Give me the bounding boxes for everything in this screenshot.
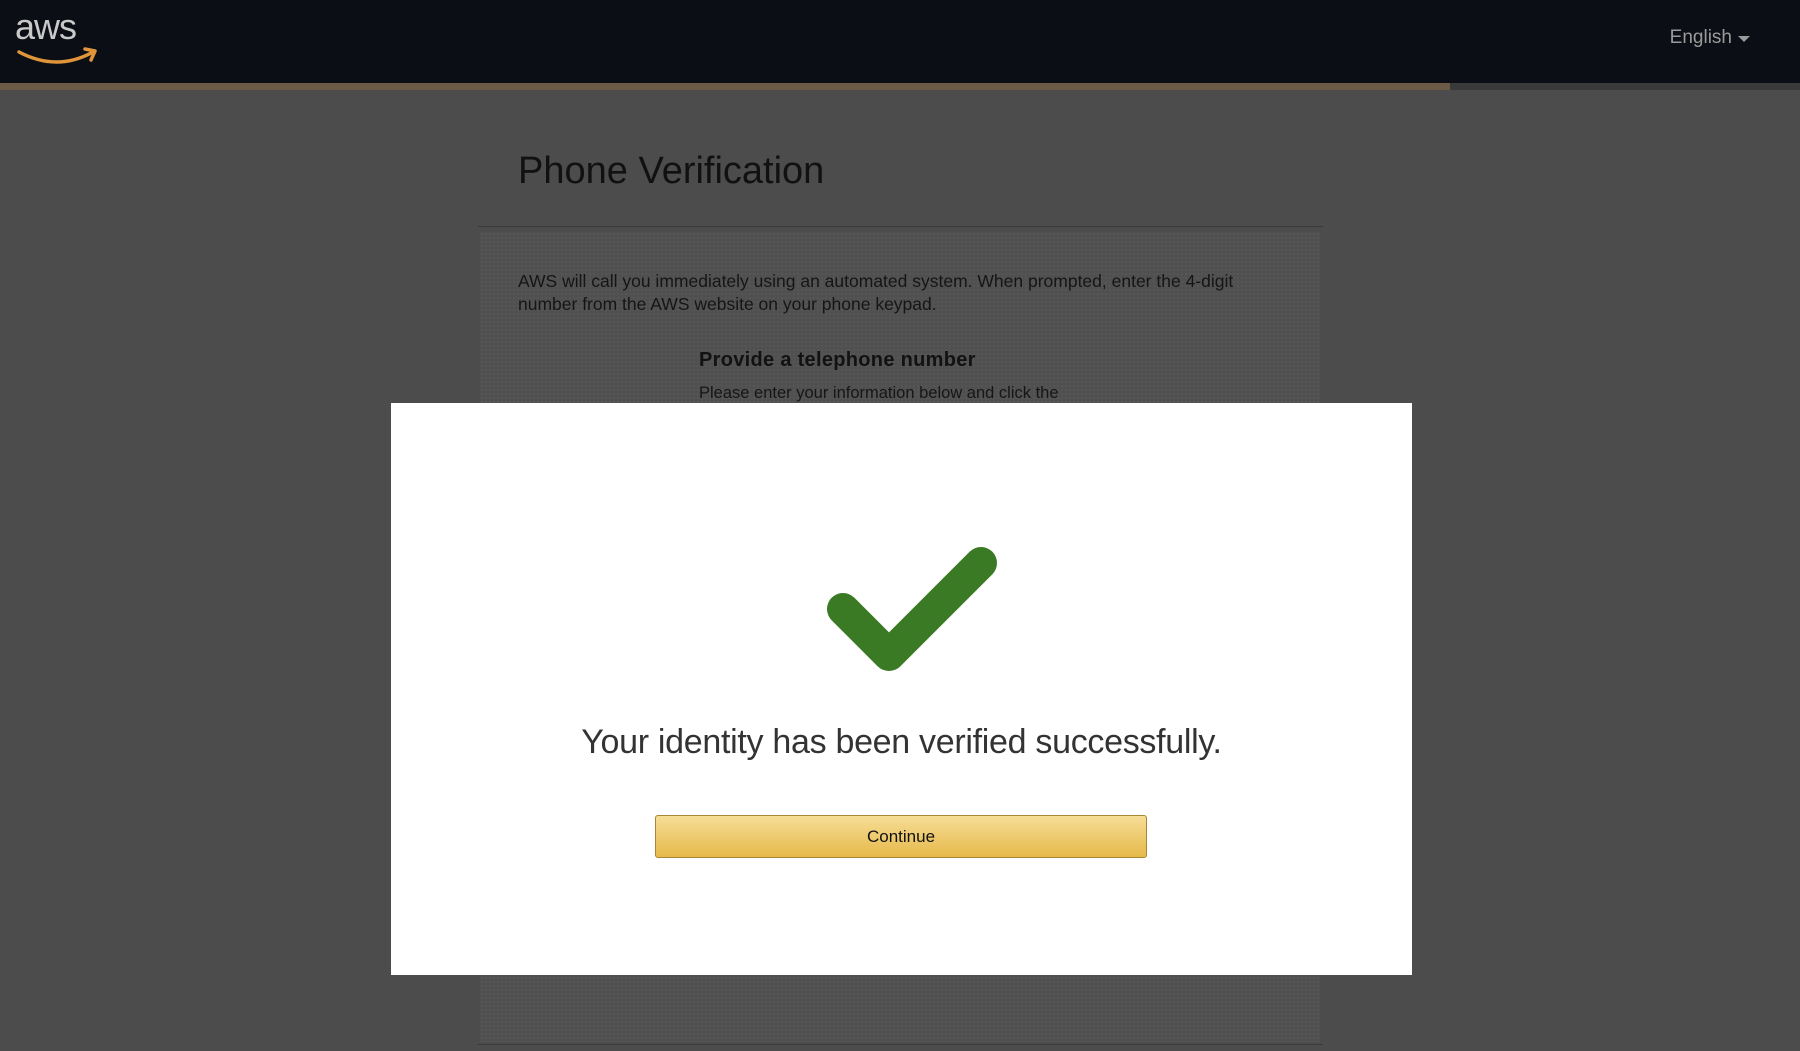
top-navigation-bar: aws English — [0, 0, 1800, 83]
success-message: Your identity has been verified successf… — [581, 723, 1222, 761]
check-icon — [827, 547, 997, 671]
caret-down-icon — [1738, 36, 1750, 42]
verification-success-modal: Your identity has been verified successf… — [391, 403, 1412, 975]
smile-arrow-icon — [17, 47, 97, 64]
language-label: English — [1669, 27, 1732, 48]
section-text: Please enter your information below and … — [699, 384, 1059, 402]
header-accent-bar-rest — [1450, 83, 1800, 90]
title-divider — [478, 226, 1323, 227]
aws-logo[interactable]: aws — [15, 6, 105, 70]
page-title: Phone Verification — [518, 150, 825, 192]
card-bottom-divider — [478, 1044, 1323, 1045]
aws-logo-text: aws — [15, 6, 77, 47]
language-selector[interactable]: English — [1670, 27, 1750, 49]
section-heading: Provide a telephone number — [699, 349, 976, 371]
continue-button[interactable]: Continue — [655, 815, 1147, 858]
intro-text: AWS will call you immediately using an a… — [518, 271, 1234, 314]
header-accent-bar — [0, 83, 1450, 90]
